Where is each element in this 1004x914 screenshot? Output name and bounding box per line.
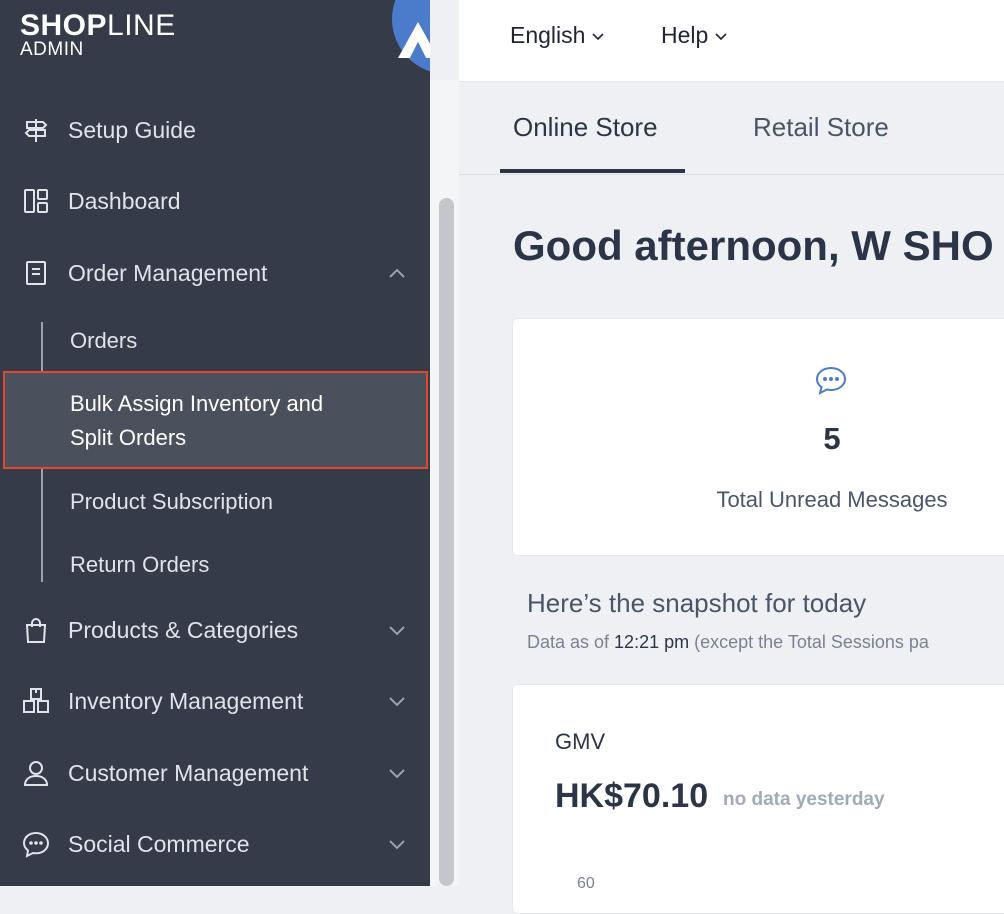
sidebar-item-inventory-management[interactable]: Inventory Management <box>0 671 430 731</box>
chat-bubble-icon <box>815 366 847 395</box>
sidebar-subitem-product-subscription[interactable]: Product Subscription <box>70 485 273 519</box>
sidebar-subitem-label-line1: Bulk Assign Inventory and <box>70 391 324 416</box>
sidebar-subitem-return-orders[interactable]: Return Orders <box>70 548 209 582</box>
language-label: English <box>510 22 586 48</box>
brand-mark-icon <box>398 22 430 58</box>
snapshot-sub-suffix: (except the Total Sessions pa <box>689 632 929 652</box>
page-greeting: Good afternoon, W SHO <box>513 222 994 269</box>
gmv-value: HK$70.10 <box>555 777 709 815</box>
sidebar-item-social-commerce[interactable]: Social Commerce <box>0 814 430 874</box>
logo-brand-thin: LINE <box>107 9 176 42</box>
store-tabs: Online Store Retail Store <box>459 82 1004 175</box>
snapshot-title: Here’s the snapshot for today <box>527 588 867 618</box>
unread-messages-count: 5 <box>823 421 841 456</box>
sidebar-item-order-management[interactable]: Order Management <box>0 243 430 303</box>
top-bar: English Help <box>459 0 1004 82</box>
snapshot-subtitle: Data as of 12:21 pm (except the Total Se… <box>527 632 929 653</box>
logo-brand-bold: SHOP <box>20 9 108 42</box>
chevron-down-icon <box>715 32 727 40</box>
shopline-logo[interactable]: SHOPLINE ADMIN <box>20 10 176 60</box>
help-dropdown[interactable]: Help <box>661 22 728 49</box>
help-label: Help <box>661 22 709 48</box>
sidebar-item-label: Setup Guide <box>68 116 196 143</box>
clipboard-icon <box>22 259 50 287</box>
logo-admin: ADMIN <box>20 39 84 60</box>
chevron-down-icon <box>592 32 605 40</box>
gmv-axis-tick: 60 <box>577 875 595 892</box>
gmv-comparison-note: no data yesterday <box>723 789 885 810</box>
tab-online-store[interactable]: Online Store <box>513 112 658 143</box>
chevron-down-icon <box>389 697 405 707</box>
sidebar-item-label: Products & Categories <box>68 616 299 643</box>
chevron-down-icon <box>389 769 405 779</box>
active-tab-indicator <box>500 169 685 173</box>
sidebar-item-label: Inventory Management <box>68 687 304 714</box>
sidebar-item-label: Customer Management <box>68 759 309 786</box>
chevron-up-icon <box>389 268 405 278</box>
sidebar: SHOPLINE ADMIN Setup Guide Dashboard Ord… <box>0 0 430 886</box>
snapshot-sub-prefix: Data as of <box>527 632 615 652</box>
chevron-down-icon <box>389 626 405 636</box>
unread-messages-label: Total Unread Messages <box>716 487 948 512</box>
unread-messages-card[interactable]: 5 Total Unread Messages <box>512 318 1004 556</box>
gmv-label: GMV <box>555 729 606 754</box>
sidebar-item-products-categories[interactable]: Products & Categories <box>0 600 430 660</box>
tab-retail-store[interactable]: Retail Store <box>753 112 889 143</box>
sidebar-item-label: Order Management <box>68 259 268 286</box>
signpost-icon <box>22 116 50 144</box>
sidebar-subitem-orders[interactable]: Orders <box>70 324 137 358</box>
language-dropdown[interactable]: English <box>510 22 605 49</box>
scrollbar-thumb[interactable] <box>439 198 454 886</box>
user-icon <box>22 759 50 787</box>
shopping-bag-icon <box>22 616 50 644</box>
sidebar-subitem-bulk-assign[interactable]: Bulk Assign Inventory and Split Orders <box>70 387 323 455</box>
sidebar-item-setup-guide[interactable]: Setup Guide <box>0 100 430 160</box>
dashboard-icon <box>22 187 50 215</box>
sidebar-item-label: Social Commerce <box>68 830 250 857</box>
chevron-down-icon <box>389 840 405 850</box>
gmv-card[interactable]: GMV HK$70.10 no data yesterday 60 <box>512 684 1004 914</box>
boxes-icon <box>22 687 50 715</box>
chat-bubble-icon <box>22 830 50 858</box>
sidebar-subitem-label-line2: Split Orders <box>70 425 187 450</box>
sidebar-item-customer-management[interactable]: Customer Management <box>0 743 430 803</box>
sidebar-item-dashboard[interactable]: Dashboard <box>0 171 430 231</box>
sidebar-item-label: Dashboard <box>68 187 181 214</box>
snapshot-time: 12:21 pm <box>614 632 690 652</box>
